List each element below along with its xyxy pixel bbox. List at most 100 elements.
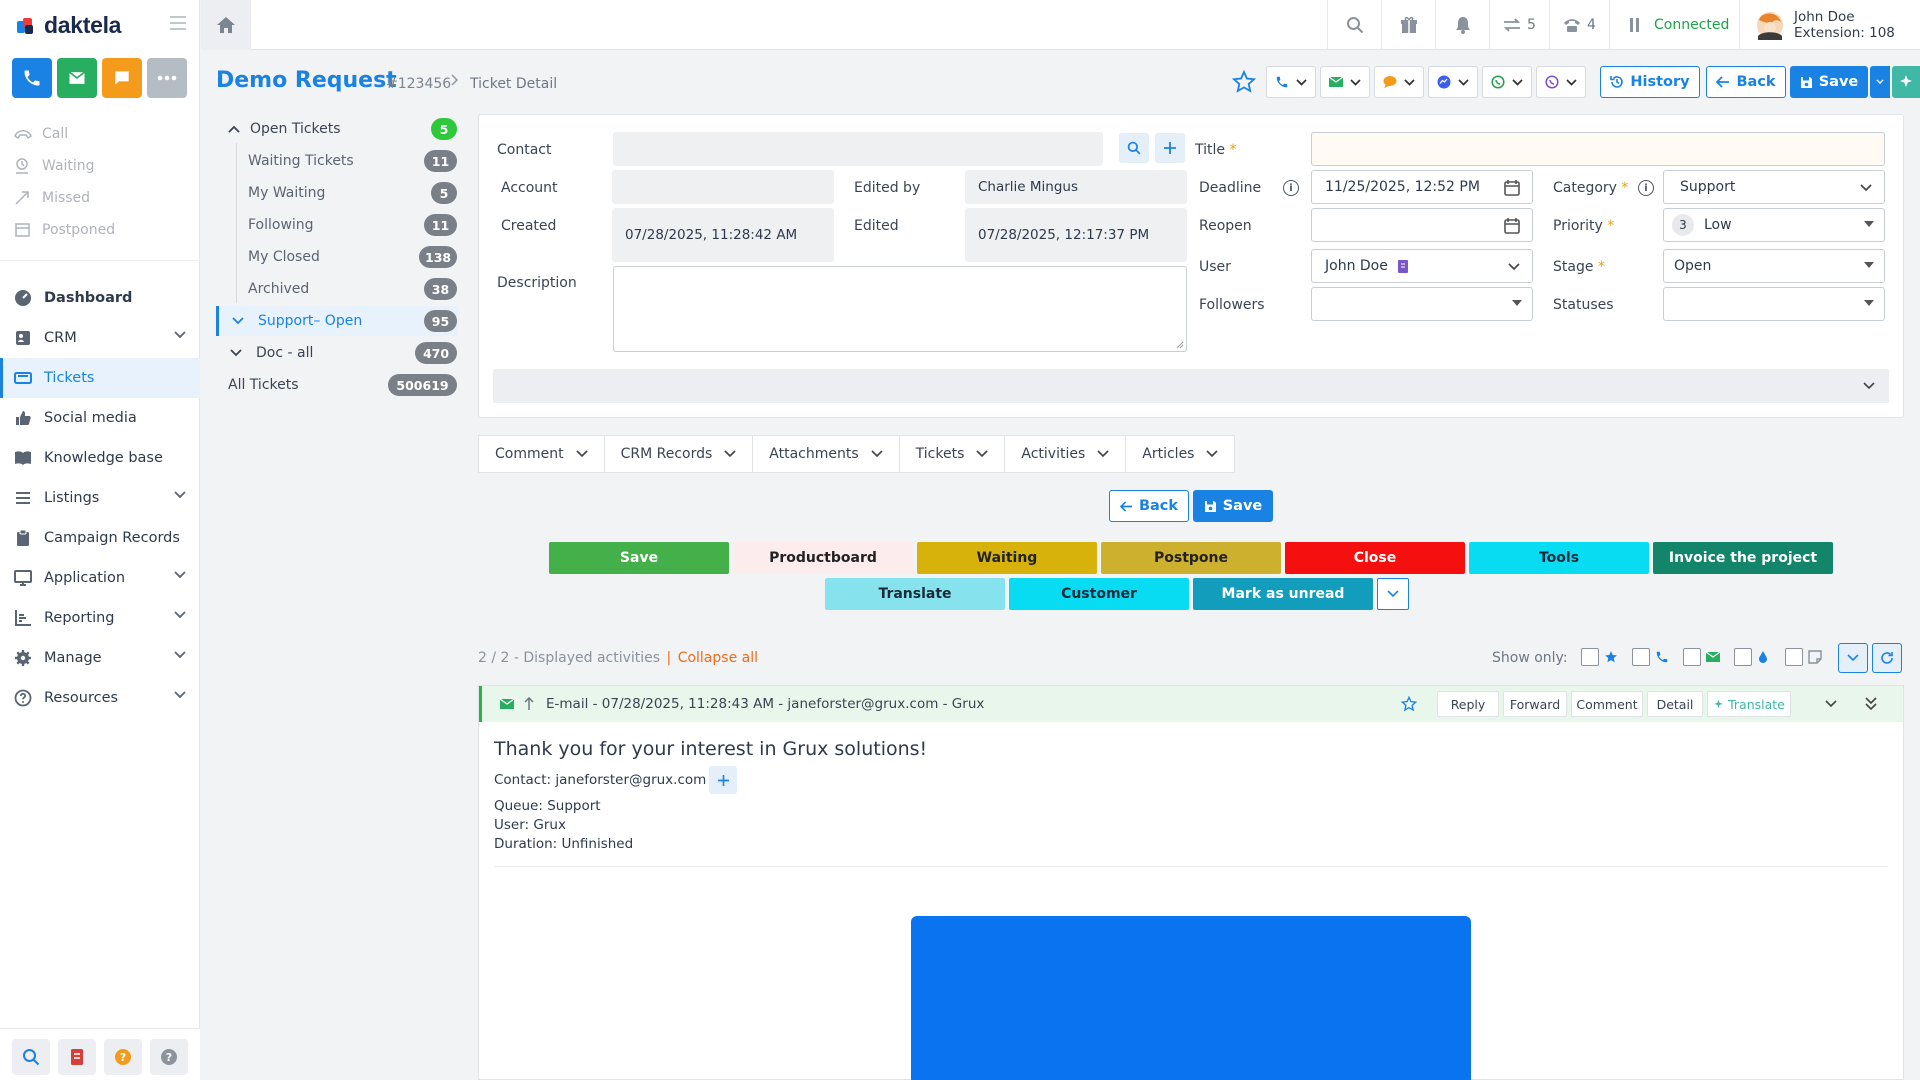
channel-email-dropdown[interactable] [1320, 66, 1370, 98]
priority-select[interactable]: 3 Low [1663, 208, 1885, 242]
category-select[interactable]: Support [1663, 170, 1885, 204]
statuses-select[interactable] [1663, 287, 1885, 321]
filter-notes[interactable] [1785, 648, 1822, 666]
contact-add-button[interactable] [1155, 133, 1185, 163]
tab-articles[interactable]: Articles [1126, 436, 1234, 472]
action-tools-button[interactable]: Tools [1469, 542, 1649, 574]
calls-queue-button[interactable]: 4 [1549, 0, 1609, 50]
bottom-search-button[interactable] [12, 1039, 50, 1075]
channel-viber-dropdown[interactable] [1536, 66, 1586, 98]
save-button[interactable]: Save [1790, 66, 1868, 98]
tree-item-my-waiting[interactable]: My Waiting [248, 181, 325, 205]
expand-activities-button[interactable] [1838, 643, 1868, 673]
action-postpone-button[interactable]: Postpone [1101, 542, 1281, 574]
call-quick-button[interactable] [12, 58, 52, 98]
category-info-icon[interactable]: i [1638, 180, 1654, 196]
transfers-button[interactable]: 5 [1489, 0, 1549, 50]
action-close-button[interactable]: Close [1285, 542, 1465, 574]
topbar-gift-button[interactable] [1381, 0, 1435, 50]
filter-checkbox[interactable] [1632, 648, 1650, 666]
action-customer-button[interactable]: Customer [1009, 578, 1189, 610]
back-button[interactable]: Back [1706, 66, 1786, 98]
contact-field[interactable] [613, 132, 1103, 166]
channel-whatsapp-dropdown[interactable] [1482, 66, 1532, 98]
sidebar-item-tickets[interactable]: Tickets [0, 358, 200, 398]
tree-item-open-tickets[interactable]: Open Tickets [228, 117, 341, 141]
topbar-search-button[interactable] [1327, 0, 1381, 50]
double-chevron-down-icon[interactable] [1865, 697, 1877, 710]
channel-call-dropdown[interactable] [1266, 66, 1316, 98]
contact-search-button[interactable] [1119, 133, 1149, 163]
user-select[interactable]: John Doe [1311, 249, 1533, 283]
reopen-input[interactable] [1311, 208, 1533, 242]
tab-crm-records[interactable]: CRM Records [605, 436, 754, 472]
email-activity-header[interactable]: E-mail - 07/28/2025, 11:28:43 AM - janef… [479, 686, 1903, 722]
sidebar-item-manage[interactable]: Manage [0, 638, 200, 678]
filter-checkbox[interactable] [1581, 648, 1599, 666]
filter-checkbox[interactable] [1785, 648, 1803, 666]
more-fields-expander[interactable] [493, 369, 1889, 403]
bottom-notes-button[interactable] [58, 1039, 96, 1075]
sidebar-item-application[interactable]: Application [0, 558, 200, 598]
history-button[interactable]: History [1600, 66, 1700, 98]
channel-messenger-dropdown[interactable] [1428, 66, 1478, 98]
tree-item-support-open[interactable]: Support– Open [232, 309, 362, 333]
filter-activities[interactable] [1734, 648, 1769, 666]
calendar-icon[interactable] [1504, 179, 1520, 196]
tree-item-following[interactable]: Following [248, 213, 314, 237]
bottom-help-button[interactable]: ? [104, 1039, 142, 1075]
tree-item-my-closed[interactable]: My Closed [248, 245, 320, 269]
tab-attachments[interactable]: Attachments [753, 436, 900, 472]
filter-checkbox[interactable] [1734, 648, 1752, 666]
action-productboard-button[interactable]: Productboard [733, 542, 913, 574]
deadline-input[interactable]: 11/25/2025, 12:52 PM [1311, 170, 1533, 204]
tree-item-doc-all[interactable]: Doc - all [230, 341, 313, 365]
tab-comment[interactable]: Comment [479, 436, 605, 472]
bottom-back-button[interactable]: Back [1109, 490, 1189, 522]
sidebar-item-social-media[interactable]: Social media [0, 398, 200, 438]
action-translate-button[interactable]: Translate [825, 578, 1005, 610]
sidebar-item-crm[interactable]: CRM [0, 318, 200, 358]
filter-emails[interactable] [1683, 648, 1720, 666]
comment-button[interactable]: Comment [1571, 691, 1643, 717]
sidebar-old-waiting[interactable]: Waiting [14, 154, 95, 178]
filter-checkbox[interactable] [1683, 648, 1701, 666]
translate-button[interactable]: Translate [1707, 691, 1791, 717]
channel-chat-dropdown[interactable] [1374, 66, 1424, 98]
description-textarea[interactable] [613, 266, 1187, 352]
bottom-info-button[interactable]: ? [150, 1039, 188, 1075]
connection-status[interactable]: Connected [1609, 0, 1739, 50]
account-field[interactable] [612, 170, 834, 204]
detail-button[interactable]: Detail [1647, 691, 1703, 717]
filter-calls[interactable] [1632, 648, 1669, 666]
stage-select[interactable]: Open [1663, 249, 1885, 283]
bottom-save-button[interactable]: Save [1193, 490, 1273, 522]
more-channels-button[interactable] [147, 58, 187, 98]
hamburger-menu-icon[interactable] [170, 16, 186, 30]
sidebar-item-listings[interactable]: Listings [0, 478, 200, 518]
tree-item-archived[interactable]: Archived [248, 277, 309, 301]
app-logo[interactable]: daktela [14, 12, 121, 39]
sidebar-item-campaign-records[interactable]: Campaign Records [0, 518, 200, 558]
followers-select[interactable] [1311, 287, 1533, 321]
save-options-dropdown[interactable] [1870, 66, 1890, 98]
title-input[interactable] [1311, 132, 1885, 166]
ai-assistant-button[interactable] [1892, 66, 1920, 98]
sidebar-item-knowledge-base[interactable]: Knowledge base [0, 438, 200, 478]
reply-button[interactable]: Reply [1437, 691, 1499, 717]
sidebar-item-dashboard[interactable]: Dashboard [0, 278, 200, 318]
home-button[interactable] [201, 0, 251, 50]
email-quick-button[interactable] [57, 58, 97, 98]
action-mark-unread-button[interactable]: Mark as unread [1193, 578, 1373, 610]
sidebar-item-reporting[interactable]: Reporting [0, 598, 200, 638]
sidebar-old-postponed[interactable]: Postponed [14, 218, 115, 242]
tab-activities[interactable]: Activities [1005, 436, 1127, 472]
tab-tickets[interactable]: Tickets [900, 436, 1006, 472]
filter-starred[interactable] [1581, 648, 1618, 666]
sidebar-item-resources[interactable]: Resources [0, 678, 200, 718]
action-save-button[interactable]: Save [549, 542, 729, 574]
user-menu[interactable]: John Doe Extension: 108 [1739, 0, 1920, 50]
tree-item-waiting-tickets[interactable]: Waiting Tickets [248, 149, 354, 173]
chevron-down-icon[interactable] [1825, 700, 1837, 708]
sidebar-old-missed[interactable]: Missed [14, 186, 90, 210]
